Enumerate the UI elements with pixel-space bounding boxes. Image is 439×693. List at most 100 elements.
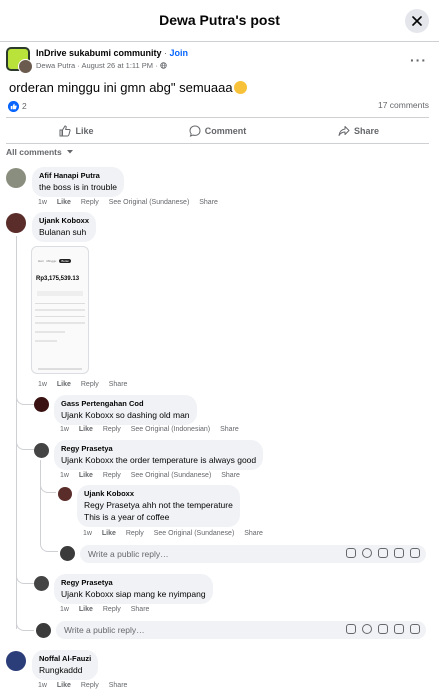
globe-icon xyxy=(159,62,167,69)
thread-connector xyxy=(16,572,34,584)
camera-icon[interactable] xyxy=(378,624,388,634)
avatar[interactable] xyxy=(58,487,72,501)
reaction-count[interactable]: 2 xyxy=(22,101,27,111)
comment-share-button[interactable]: Share xyxy=(131,606,150,613)
join-group-link[interactable]: Join xyxy=(170,48,189,58)
reply-placeholder: Write a public reply… xyxy=(88,549,169,559)
comment-reply-button[interactable]: Reply xyxy=(81,682,99,689)
sticker-icon[interactable] xyxy=(410,624,420,634)
see-original-link[interactable]: See Original (Sundanese) xyxy=(131,472,212,479)
post-author-link[interactable]: Dewa Putra xyxy=(36,61,75,70)
comment-author[interactable]: Ujank Koboxx xyxy=(39,216,89,225)
avatar[interactable] xyxy=(6,213,26,233)
comment-count-link[interactable]: 17 comments xyxy=(378,100,429,110)
reply-tools xyxy=(346,548,420,558)
share-button[interactable]: Share xyxy=(288,118,429,143)
comment-text: Rungkaddd xyxy=(39,665,83,675)
gif-icon[interactable] xyxy=(394,624,404,634)
comment-reply-button[interactable]: Reply xyxy=(103,472,121,479)
comment-text: Bulanan suh xyxy=(39,227,87,237)
comment-bubble: Noffal Al-Fauzi Rungkaddd xyxy=(32,650,99,681)
sort-label: All comments xyxy=(6,147,62,157)
reply-input[interactable]: Write a public reply… xyxy=(80,545,426,563)
comment-reply-button[interactable]: Reply xyxy=(103,606,121,613)
group-line: InDrive sukabumi community · Join xyxy=(36,48,189,58)
close-icon xyxy=(412,16,422,26)
like-button[interactable]: Like xyxy=(6,118,147,143)
comment-sort-dropdown[interactable]: All comments xyxy=(6,147,74,157)
more-options-icon[interactable]: ··· xyxy=(410,52,427,68)
comment-time[interactable]: 1w xyxy=(60,472,69,479)
avatar-sticker-icon[interactable] xyxy=(346,624,356,634)
avatar xyxy=(60,546,75,561)
reply-tools xyxy=(346,624,420,634)
comment-photo[interactable]: Hari Minggu Bulan Rp3,175,539.13 xyxy=(31,246,89,374)
gif-icon[interactable] xyxy=(394,548,404,558)
comment-like-button[interactable]: Like xyxy=(57,199,71,206)
post-header: InDrive sukabumi community · Join Dewa P… xyxy=(6,47,431,75)
like-reaction-icon[interactable] xyxy=(8,101,19,112)
comment-share-button[interactable]: Share xyxy=(244,530,263,537)
dialog-title: Dewa Putra's post xyxy=(159,12,280,28)
emoji-icon[interactable] xyxy=(362,624,372,634)
emoji-icon[interactable] xyxy=(362,548,372,558)
close-button[interactable] xyxy=(405,9,429,33)
comment-reply-button[interactable]: Reply xyxy=(81,381,99,388)
comment-author[interactable]: Afif Hanapi Putra xyxy=(39,171,117,180)
comment-share-button[interactable]: Share xyxy=(199,199,218,206)
comment-author[interactable]: Ujank Koboxx xyxy=(84,489,233,498)
avatar[interactable] xyxy=(6,651,26,671)
comment-author[interactable]: Gass Pertengahan Cod xyxy=(61,399,190,408)
group-name-link[interactable]: InDrive sukabumi community xyxy=(36,48,162,58)
comment-button[interactable]: Comment xyxy=(147,118,288,143)
thread-line xyxy=(16,236,17,629)
comment-author[interactable]: Regy Prasetya xyxy=(61,578,206,587)
face-emoji-icon xyxy=(233,81,247,94)
comment-author[interactable]: Regy Prasetya xyxy=(61,444,256,453)
avatar[interactable] xyxy=(34,576,49,591)
comment-reply-button[interactable]: Reply xyxy=(126,530,144,537)
comment-share-button[interactable]: Share xyxy=(221,472,240,479)
photo-tab: Hari xyxy=(38,259,44,263)
comment-time[interactable]: 1w xyxy=(83,530,92,537)
comment-share-button[interactable]: Share xyxy=(109,682,128,689)
comment-time[interactable]: 1w xyxy=(38,381,47,388)
comment-like-button[interactable]: Like xyxy=(57,381,71,388)
comment-reply-button[interactable]: Reply xyxy=(103,426,121,433)
thread-connector xyxy=(16,438,34,450)
share-label: Share xyxy=(353,125,379,136)
see-original-link[interactable]: See Original (Indonesian) xyxy=(131,426,210,433)
comment-like-button[interactable]: Like xyxy=(102,530,116,537)
comment-time[interactable]: 1w xyxy=(60,426,69,433)
chevron-down-icon xyxy=(67,150,74,154)
avatar-sticker-icon[interactable] xyxy=(346,548,356,558)
comment-bubble: Regy Prasetya Ujank Koboxx the order tem… xyxy=(54,440,264,471)
see-original-link[interactable]: See Original (Sundanese) xyxy=(109,199,190,206)
thread-line xyxy=(40,460,41,545)
camera-icon[interactable] xyxy=(378,548,388,558)
comment-actions: 1w Like Reply See Original (Sundanese) S… xyxy=(83,530,271,537)
comment-bubble: Gass Pertengahan Cod Ujank Koboxx so das… xyxy=(54,395,197,426)
comment-share-button[interactable]: Share xyxy=(109,381,128,388)
share-icon xyxy=(338,125,350,136)
comment-author[interactable]: Noffal Al-Fauzi xyxy=(39,654,91,663)
see-original-link[interactable]: See Original (Sundanese) xyxy=(154,530,235,537)
comment-like-button[interactable]: Like xyxy=(79,472,93,479)
comment-reply-button[interactable]: Reply xyxy=(81,199,99,206)
comment-time[interactable]: 1w xyxy=(60,606,69,613)
reply-input[interactable]: Write a public reply… xyxy=(56,621,426,639)
avatar[interactable] xyxy=(6,168,26,188)
comment-text: Ujank Koboxx so dashing old man xyxy=(61,410,190,420)
comment-like-button[interactable]: Like xyxy=(79,426,93,433)
avatar[interactable] xyxy=(34,397,49,412)
sticker-icon[interactable] xyxy=(410,548,420,558)
comment-time[interactable]: 1w xyxy=(38,682,47,689)
comment-share-button[interactable]: Share xyxy=(220,426,239,433)
comment-like-button[interactable]: Like xyxy=(79,606,93,613)
comment-bubble: Ujank Koboxx Regy Prasetya ahh not the t… xyxy=(77,485,240,528)
comment-time[interactable]: 1w xyxy=(38,199,47,206)
comment-like-button[interactable]: Like xyxy=(57,682,71,689)
avatar[interactable] xyxy=(34,443,49,458)
author-avatar[interactable] xyxy=(18,59,33,74)
post-timestamp[interactable]: August 26 at 1:11 PM xyxy=(81,61,153,70)
